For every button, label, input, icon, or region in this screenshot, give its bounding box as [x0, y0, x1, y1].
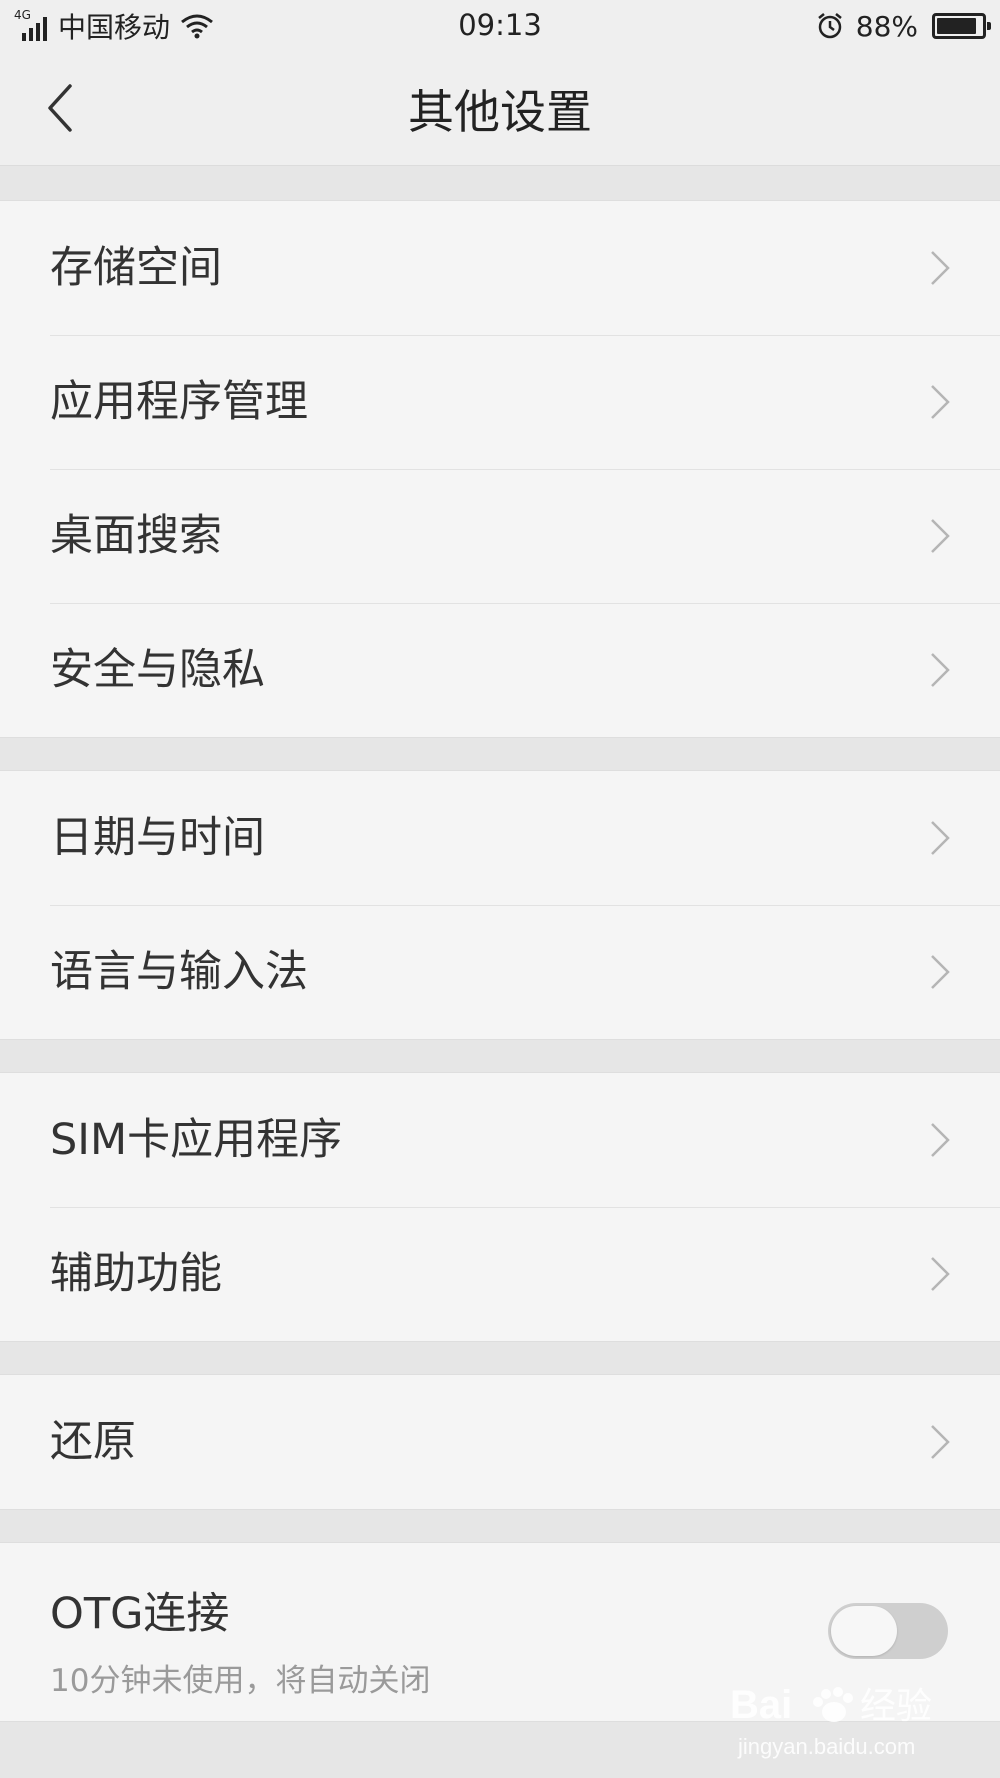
baidu-jingyan-watermark: Bai 经验 jingyan.baidu.com — [730, 1683, 932, 1759]
settings-group-sim-accessibility: SIM卡应用程序 辅助功能 — [0, 1072, 1000, 1342]
chevron-right-icon — [931, 251, 950, 285]
chevron-right-icon — [931, 1425, 950, 1459]
setting-row-date-time[interactable]: 日期与时间 — [0, 771, 1000, 905]
paw-icon — [813, 1687, 853, 1722]
setting-row-sim-apps[interactable]: SIM卡应用程序 — [0, 1073, 1000, 1207]
chevron-right-icon — [931, 653, 950, 687]
setting-label: 安全与隐私 — [50, 645, 265, 695]
watermark-suffix: 经验 — [860, 1685, 932, 1726]
settings-group-reset: 还原 — [0, 1374, 1000, 1510]
chevron-right-icon — [931, 385, 950, 419]
status-right: 88% — [816, 8, 991, 44]
battery-icon — [932, 13, 991, 39]
settings-group-date-language: 日期与时间 语言与输入法 — [0, 770, 1000, 1040]
chevron-right-icon — [931, 1123, 950, 1157]
toggle-knob — [831, 1606, 897, 1656]
chevron-right-icon — [931, 1257, 950, 1291]
setting-label: 语言与输入法 — [50, 947, 308, 997]
setting-label: 辅助功能 — [50, 1249, 222, 1299]
chevron-right-icon — [931, 519, 950, 553]
setting-row-storage[interactable]: 存储空间 — [0, 201, 1000, 335]
otg-title: OTG连接 — [50, 1589, 230, 1639]
watermark-brand: Bai — [730, 1683, 792, 1727]
setting-row-security-privacy[interactable]: 安全与隐私 — [0, 603, 1000, 737]
setting-label: 还原 — [50, 1417, 136, 1467]
setting-label: 应用程序管理 — [50, 377, 308, 427]
status-bar: 4G 中国移动 09:13 88% — [0, 0, 1000, 52]
otg-subtitle: 10分钟未使用，将自动关闭 — [50, 1663, 431, 1699]
setting-row-reset[interactable]: 还原 — [0, 1375, 1000, 1509]
setting-row-language-input[interactable]: 语言与输入法 — [0, 905, 1000, 1039]
setting-row-accessibility[interactable]: 辅助功能 — [0, 1207, 1000, 1341]
watermark-url: jingyan.baidu.com — [737, 1734, 915, 1759]
setting-label: 桌面搜索 — [50, 511, 222, 561]
settings-group-storage: 存储空间 应用程序管理 桌面搜索 安全与隐私 — [0, 200, 1000, 738]
battery-percent: 88% — [855, 9, 918, 43]
page-title: 其他设置 — [408, 85, 592, 139]
setting-label: SIM卡应用程序 — [50, 1115, 343, 1165]
setting-label: 存储空间 — [50, 243, 222, 293]
setting-label: 日期与时间 — [50, 813, 265, 863]
chevron-right-icon — [931, 955, 950, 989]
alarm-icon — [817, 13, 842, 39]
chevron-right-icon — [931, 821, 950, 855]
battery-fill — [937, 18, 976, 34]
navigation-header: 其他设置 — [0, 52, 1000, 166]
setting-row-app-management[interactable]: 应用程序管理 — [0, 335, 1000, 469]
setting-row-desktop-search[interactable]: 桌面搜索 — [0, 469, 1000, 603]
otg-toggle[interactable] — [828, 1603, 948, 1659]
